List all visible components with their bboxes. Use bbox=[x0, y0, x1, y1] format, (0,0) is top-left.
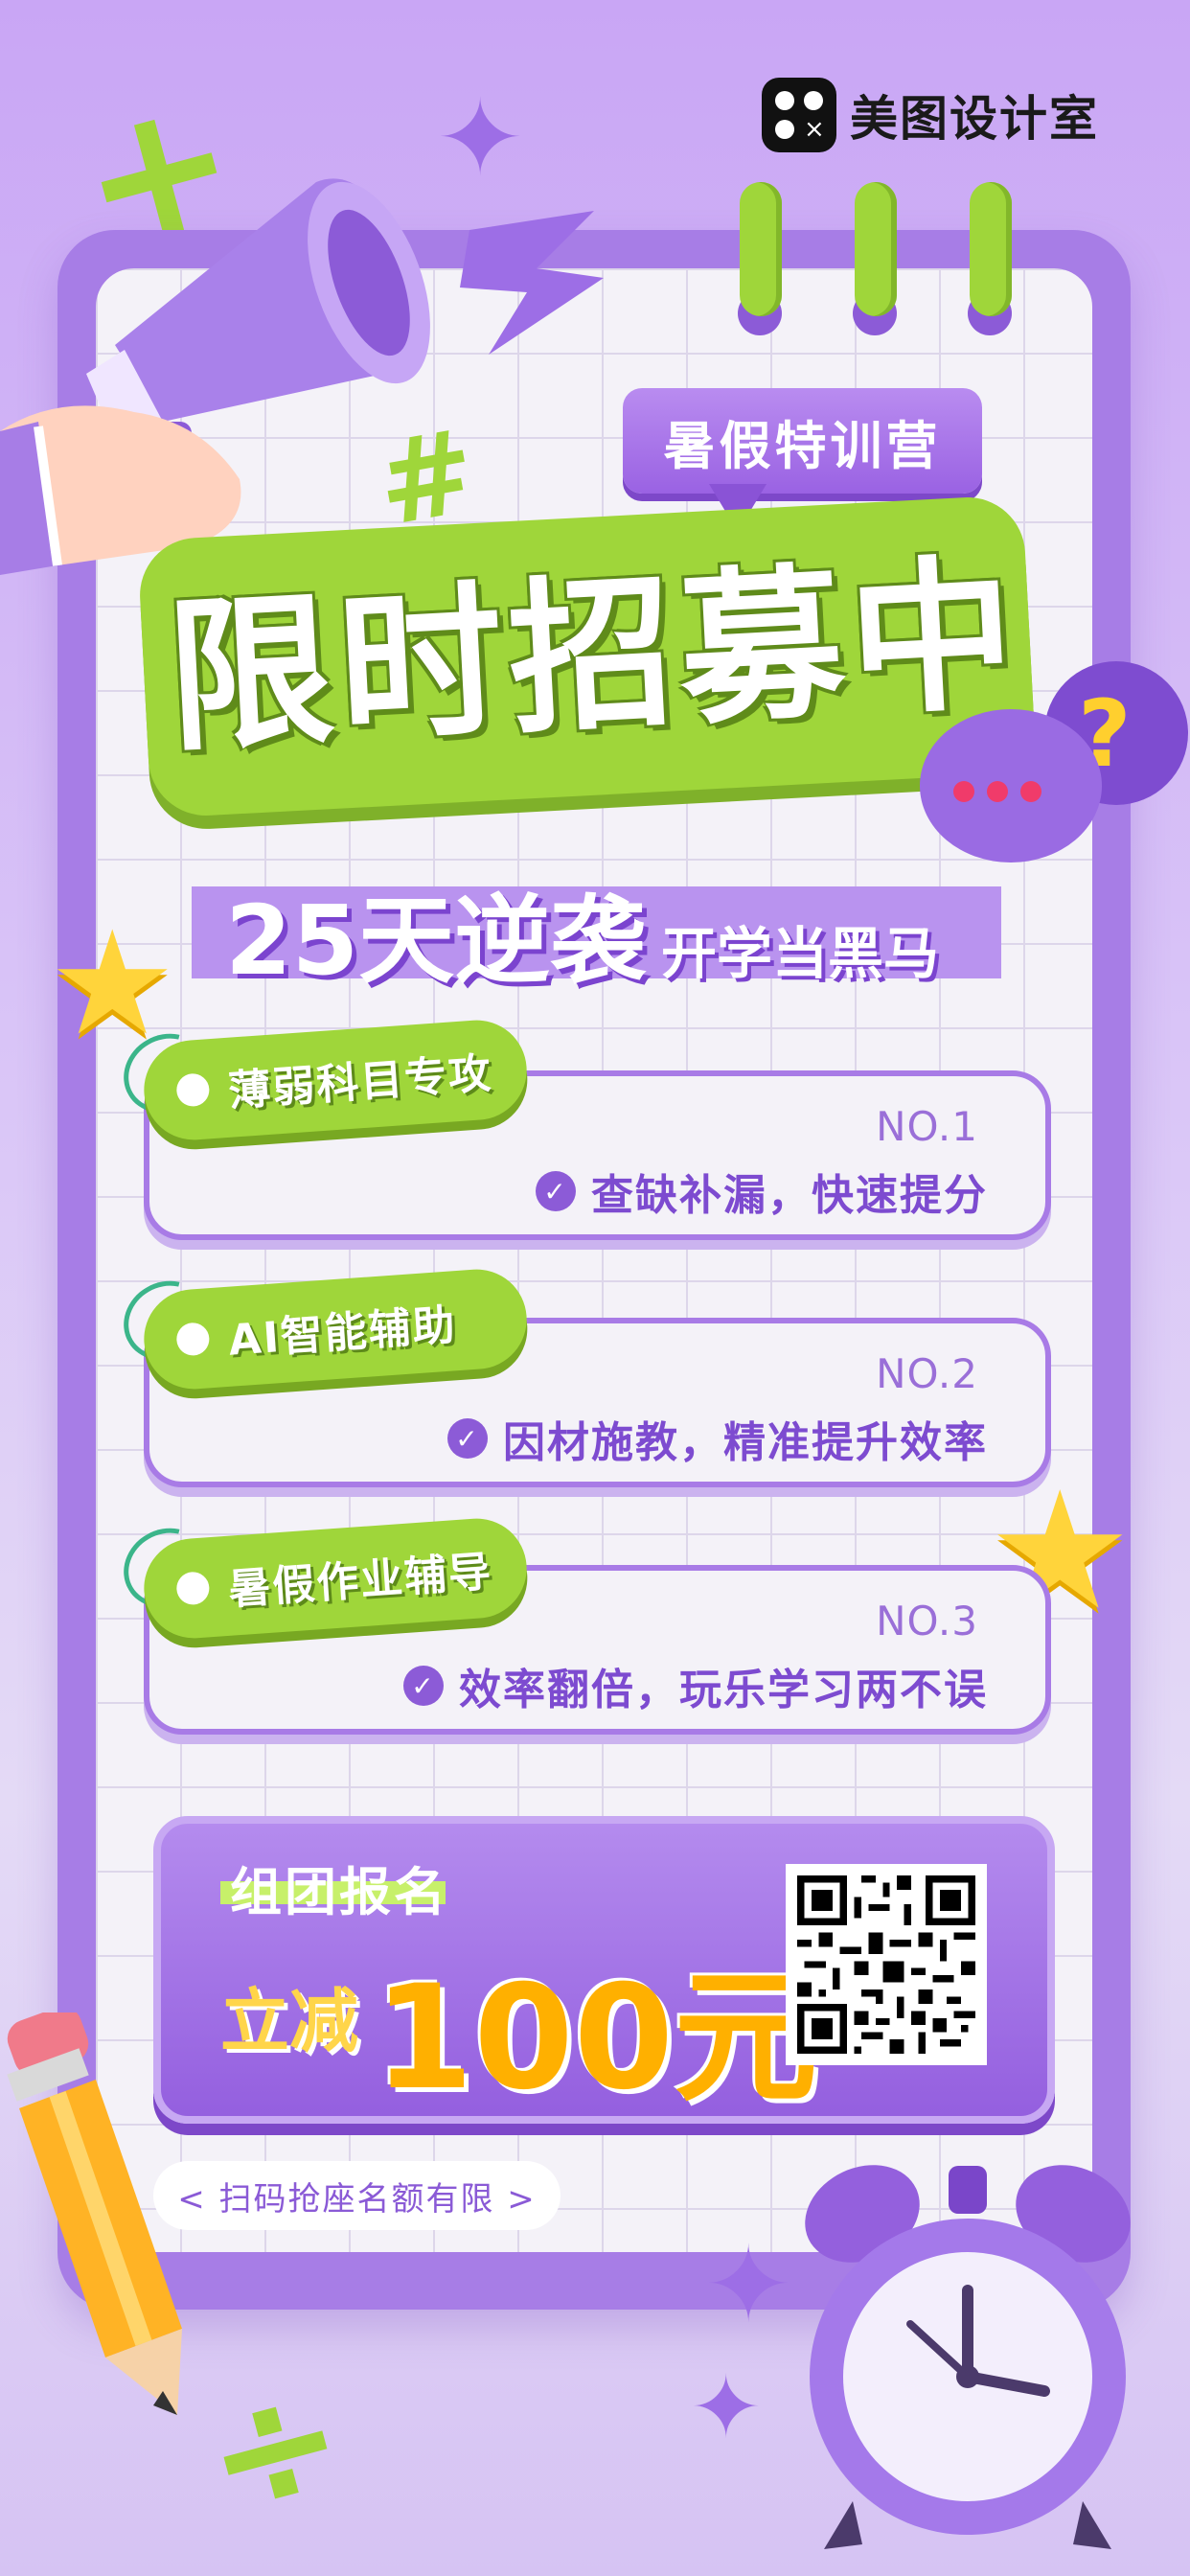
alarm-clock-icon bbox=[805, 2165, 1131, 2549]
bubble-dot bbox=[1020, 781, 1041, 802]
meitu-logo-icon: × bbox=[762, 78, 836, 152]
pencil-icon bbox=[7, 2012, 182, 2415]
qr-code-image bbox=[797, 1875, 975, 2054]
bubble-dot bbox=[953, 781, 974, 802]
feature-description: ✓ 因材施教，精准提升效率 bbox=[447, 1408, 988, 1469]
promo-title: 组团报名 bbox=[230, 1862, 448, 1922]
promo-amount: 100元 bbox=[374, 1955, 818, 2122]
bubble-dot bbox=[987, 781, 1008, 802]
scan-hint: < 扫码抢座名额有限 > bbox=[153, 2161, 561, 2230]
feature-label: 薄弱科目专攻 bbox=[226, 1048, 494, 1116]
feature-description: ✓ 查缺补漏，快速提分 bbox=[536, 1161, 988, 1222]
qr-code[interactable] bbox=[786, 1864, 987, 2065]
feature-desc-text: 查缺补漏，快速提分 bbox=[591, 1171, 988, 1220]
pill-hole bbox=[175, 1072, 211, 1108]
subtitle-main: 25天逆袭 bbox=[225, 885, 647, 997]
feature-desc-text: 效率翻倍，玩乐学习两不误 bbox=[459, 1666, 988, 1714]
sparkle-icon: ✦ bbox=[704, 2223, 793, 2346]
brand: × 美图设计室 bbox=[762, 77, 1099, 153]
subtitle-side: 开学当黑马 bbox=[661, 921, 940, 986]
sparkle-icon: ✦ bbox=[690, 2358, 763, 2458]
camp-tag: 暑假特训营 bbox=[623, 388, 982, 494]
speech-bubble-icon bbox=[920, 709, 1102, 862]
feature-number: NO.2 bbox=[876, 1350, 978, 1397]
promo-lead: 立减 bbox=[220, 1981, 359, 2061]
feature-number: NO.1 bbox=[876, 1103, 978, 1150]
brand-name: 美图设计室 bbox=[850, 91, 1099, 147]
feature-desc-text: 因材施教，精准提升效率 bbox=[503, 1418, 988, 1467]
headline: 限时招募中 bbox=[163, 537, 1025, 775]
check-icon: ✓ bbox=[403, 1666, 444, 1706]
check-icon: ✓ bbox=[447, 1418, 488, 1459]
pill-hole bbox=[175, 1322, 211, 1357]
binder-ring bbox=[970, 182, 1012, 316]
binder-ring bbox=[740, 182, 782, 316]
divide-icon: ÷ bbox=[183, 2338, 365, 2559]
feature-label: 暑假作业辅导 bbox=[226, 1547, 494, 1615]
sparkle-icon: ✦ bbox=[436, 77, 525, 199]
lightning-icon bbox=[460, 211, 604, 355]
feature-label: AI智能辅助 bbox=[226, 1300, 459, 1366]
binder-ring bbox=[855, 182, 897, 316]
pill-hole bbox=[175, 1571, 211, 1606]
feature-number: NO.3 bbox=[876, 1598, 978, 1644]
check-icon: ✓ bbox=[536, 1171, 576, 1211]
feature-description: ✓ 效率翻倍，玩乐学习两不误 bbox=[403, 1655, 988, 1716]
